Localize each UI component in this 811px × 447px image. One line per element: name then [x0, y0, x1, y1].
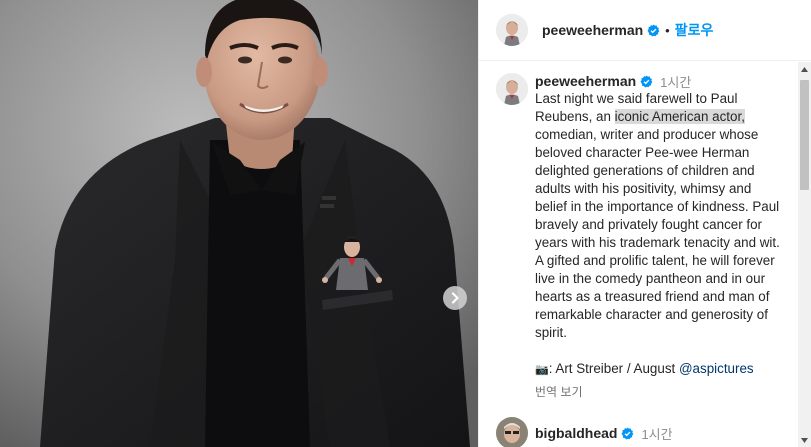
comment-timestamp[interactable]: 1시간	[641, 424, 672, 443]
comments-scroll-area[interactable]: peeweeherman 1시간 Last night we said fare…	[479, 62, 811, 447]
caption-text-end: comedian, writer and producer whose belo…	[535, 127, 780, 340]
author-username[interactable]: peeweeherman	[542, 22, 643, 38]
author-avatar-image	[496, 14, 528, 46]
author-avatar-image	[496, 73, 528, 105]
photo-credit-text: : Art Streiber / August	[548, 361, 679, 376]
caption-username[interactable]: peeweeherman	[535, 73, 636, 89]
verified-badge-icon	[647, 24, 660, 37]
avatar[interactable]	[496, 417, 528, 447]
see-translation-link[interactable]: 번역 보기	[535, 383, 785, 400]
separator-dot: •	[665, 22, 670, 38]
avatar[interactable]	[496, 14, 528, 46]
camera-icon: 📷	[535, 364, 549, 376]
avatar[interactable]	[496, 73, 528, 105]
chevron-right-icon	[451, 292, 459, 304]
caption-text-highlight: iconic American actor,	[614, 109, 745, 124]
comment-item: bigbaldhead 1시간	[496, 417, 673, 447]
scrollbar[interactable]	[798, 62, 811, 447]
verified-badge-icon	[640, 75, 653, 88]
mention-link[interactable]: @aspictures	[679, 361, 754, 376]
post-header: peeweeherman • 팔로우	[479, 0, 811, 61]
follow-button[interactable]: 팔로우	[675, 20, 714, 40]
post-photo	[0, 0, 478, 447]
photo-credit: 📷: Art Streiber / August @aspictures	[535, 360, 785, 379]
commenter-avatar-image	[496, 417, 528, 447]
caption-text: Last night we said farewell to Paul Reub…	[535, 90, 785, 342]
caption-timestamp[interactable]: 1시간	[660, 72, 691, 91]
scrollbar-thumb[interactable]	[800, 80, 809, 190]
verified-badge-icon	[621, 427, 634, 440]
carousel-next-button[interactable]	[443, 286, 467, 310]
post-image	[0, 0, 478, 447]
commenter-username[interactable]: bigbaldhead	[535, 425, 617, 441]
scroll-down-arrow-icon[interactable]	[798, 433, 811, 447]
caption-comment: peeweeherman 1시간 Last night we said fare…	[496, 72, 786, 400]
post-side-panel: peeweeherman • 팔로우 peeweeherman 1시간 Last…	[478, 0, 811, 447]
scroll-up-arrow-icon[interactable]	[798, 62, 811, 76]
